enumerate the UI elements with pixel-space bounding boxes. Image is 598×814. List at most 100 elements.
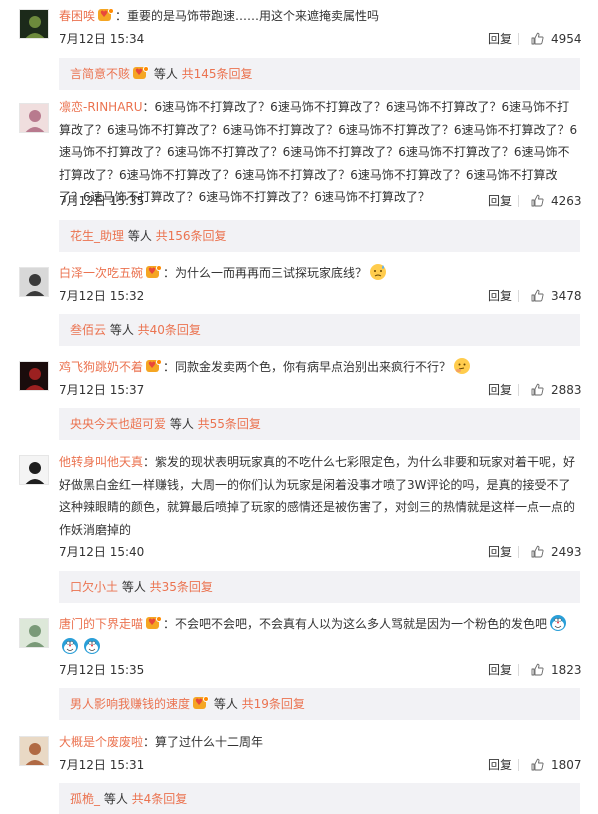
comment-feed: 春困唉 ♥ ：重要的是马饰带跑速……用这个来遮掩卖属性吗 7月12日 15:34 回复 4… bbox=[0, 0, 598, 814]
doraemon-emoji bbox=[549, 614, 567, 632]
comment-username[interactable]: 春困唉 bbox=[59, 9, 95, 23]
comment-timestamp: 7月12日 15:35 bbox=[59, 194, 145, 208]
more-replies-link[interactable]: 共156条回复 bbox=[156, 229, 227, 243]
comment-meta: 7月12日 15:35 回复 1823 bbox=[59, 662, 582, 678]
more-replies-link[interactable]: 共35条回复 bbox=[150, 580, 213, 594]
avatar[interactable] bbox=[19, 9, 49, 39]
divider bbox=[518, 290, 519, 302]
comment-timestamp: 7月12日 15:32 bbox=[59, 289, 145, 303]
sweat-face-emoji bbox=[369, 263, 387, 281]
comment-timestamp: 7月12日 15:31 bbox=[59, 758, 145, 772]
reply-summary-text: 等人 bbox=[210, 697, 242, 711]
reply-summary[interactable]: 央央今天也超可爱 等人 共55条回复 bbox=[59, 408, 580, 440]
comment-username[interactable]: 白泽一次吃五碗 bbox=[59, 266, 143, 280]
divider bbox=[518, 195, 519, 207]
comment-text: ：重要的是马饰带跑速……用这个来遮掩卖属性吗 bbox=[115, 9, 380, 23]
comment-timestamp: 7月12日 15:34 bbox=[59, 32, 145, 46]
like-count: 1807 bbox=[551, 758, 582, 772]
member-badge-icon: ♥ bbox=[146, 616, 163, 630]
thinking-face-emoji bbox=[453, 357, 471, 375]
thumbs-up-icon bbox=[531, 663, 544, 676]
thumbs-up-icon bbox=[531, 32, 544, 45]
reply-username[interactable]: 叁佰云 bbox=[70, 323, 106, 337]
reply-summary[interactable]: 叁佰云 等人 共40条回复 bbox=[59, 314, 580, 346]
avatar[interactable] bbox=[19, 267, 49, 297]
avatar[interactable] bbox=[19, 736, 49, 766]
like-count: 1823 bbox=[551, 663, 582, 677]
reply-button[interactable]: 回复 bbox=[488, 288, 512, 304]
comment-meta: 7月12日 15:40 回复 2493 bbox=[59, 544, 582, 560]
thumbs-up-icon bbox=[531, 194, 544, 207]
more-replies-link[interactable]: 共4条回复 bbox=[132, 792, 188, 806]
comment-meta: 7月12日 15:31 回复 1807 bbox=[59, 757, 582, 773]
reply-summary[interactable]: 口欠小土 等人 共35条回复 bbox=[59, 571, 580, 603]
reply-button[interactable]: 回复 bbox=[488, 31, 512, 47]
doraemon-emoji bbox=[83, 637, 101, 655]
member-badge-icon: ♥ bbox=[133, 66, 150, 80]
like-count: 3478 bbox=[551, 289, 582, 303]
reply-username[interactable]: 言简意不赅 bbox=[70, 67, 130, 81]
reply-username[interactable]: 男人影响我赚钱的速度 bbox=[70, 697, 190, 711]
reply-button[interactable]: 回复 bbox=[488, 544, 512, 560]
reply-summary-text: 等人 bbox=[124, 229, 156, 243]
thumbs-up-icon bbox=[531, 289, 544, 302]
avatar[interactable] bbox=[19, 618, 49, 648]
reply-button[interactable]: 回复 bbox=[488, 757, 512, 773]
reply-summary-text: 等人 bbox=[150, 67, 182, 81]
divider bbox=[518, 33, 519, 45]
doraemon-emoji bbox=[61, 637, 79, 655]
reply-button[interactable]: 回复 bbox=[488, 662, 512, 678]
more-replies-link[interactable]: 共145条回复 bbox=[182, 67, 253, 81]
comment-username[interactable]: 他转身叫他天真 bbox=[59, 455, 143, 469]
like-count: 2493 bbox=[551, 545, 582, 559]
reply-button[interactable]: 回复 bbox=[488, 193, 512, 209]
reply-username[interactable]: 花生_助理 bbox=[70, 229, 124, 243]
reply-summary[interactable]: 男人影响我赚钱的速度 ♥ 等人 共19条回复 bbox=[59, 688, 580, 720]
comment-username[interactable]: 凛恋-RINHARU bbox=[59, 100, 143, 114]
comment-meta: 7月12日 15:34 回复 4954 bbox=[59, 31, 582, 47]
thumbs-up-icon bbox=[531, 758, 544, 771]
reply-summary-text: 等人 bbox=[106, 323, 138, 337]
reply-summary-text: 等人 bbox=[100, 792, 132, 806]
avatar[interactable] bbox=[19, 361, 49, 391]
more-replies-link[interactable]: 共40条回复 bbox=[138, 323, 201, 337]
comment-timestamp: 7月12日 15:35 bbox=[59, 663, 145, 677]
comment-text: ：为什么一而再再而三试探玩家底线？ bbox=[163, 266, 368, 280]
reply-summary-text: 等人 bbox=[166, 417, 198, 431]
reply-username[interactable]: 央央今天也超可爱 bbox=[70, 417, 166, 431]
comment-body: 白泽一次吃五碗 ♥ ：为什么一而再再而三试探玩家底线？ bbox=[59, 262, 580, 285]
comment-body: 凛恋-RINHARU：6速马饰不打算改了？6速马饰不打算改了？6速马饰不打算改了… bbox=[59, 96, 580, 209]
member-badge-icon: ♥ bbox=[98, 8, 115, 22]
divider bbox=[518, 384, 519, 396]
like-count: 2883 bbox=[551, 383, 582, 397]
comment-timestamp: 7月12日 15:40 bbox=[59, 545, 145, 559]
reply-summary[interactable]: 花生_助理 等人 共156条回复 bbox=[59, 220, 580, 252]
reply-summary[interactable]: 言简意不赅 ♥ 等人 共145条回复 bbox=[59, 58, 580, 90]
comment-text: ：不会吧不会吧，不会真有人以为这么多人骂就是因为一个粉色的发色吧 bbox=[163, 617, 548, 631]
divider bbox=[518, 664, 519, 676]
avatar[interactable] bbox=[19, 103, 49, 133]
comment-text: ：6速马饰不打算改了？6速马饰不打算改了？6速马饰不打算改了？6速马饰不打算改了… bbox=[59, 100, 578, 204]
more-replies-link[interactable]: 共19条回复 bbox=[242, 697, 305, 711]
reply-summary[interactable]: 孤桅_ 等人 共4条回复 bbox=[59, 783, 580, 814]
comment-meta: 7月12日 15:37 回复 2883 bbox=[59, 382, 582, 398]
comment-username[interactable]: 鸡飞狗跳奶不着 bbox=[59, 360, 143, 374]
avatar[interactable] bbox=[19, 455, 49, 485]
member-badge-icon: ♥ bbox=[146, 359, 163, 373]
comment-meta: 7月12日 15:35 回复 4263 bbox=[59, 193, 582, 209]
reply-button[interactable]: 回复 bbox=[488, 382, 512, 398]
thumbs-up-icon bbox=[531, 383, 544, 396]
member-badge-icon: ♥ bbox=[146, 265, 163, 279]
reply-username[interactable]: 孤桅_ bbox=[70, 792, 100, 806]
thumbs-up-icon bbox=[531, 545, 544, 558]
divider bbox=[518, 759, 519, 771]
reply-summary-text: 等人 bbox=[118, 580, 150, 594]
divider bbox=[518, 546, 519, 558]
comment-username[interactable]: 唐门的下界走喵 bbox=[59, 617, 143, 631]
comment-username[interactable]: 大概是个废废啦 bbox=[59, 735, 143, 749]
reply-username[interactable]: 口欠小土 bbox=[70, 580, 118, 594]
more-replies-link[interactable]: 共55条回复 bbox=[198, 417, 261, 431]
comment-body: 唐门的下界走喵 ♥ ：不会吧不会吧，不会真有人以为这么多人骂就是因为一个粉色的发色吧 bbox=[59, 613, 580, 658]
like-count: 4263 bbox=[551, 194, 582, 208]
comment-body: 大概是个废废啦：算了过什么十二周年 bbox=[59, 731, 580, 754]
